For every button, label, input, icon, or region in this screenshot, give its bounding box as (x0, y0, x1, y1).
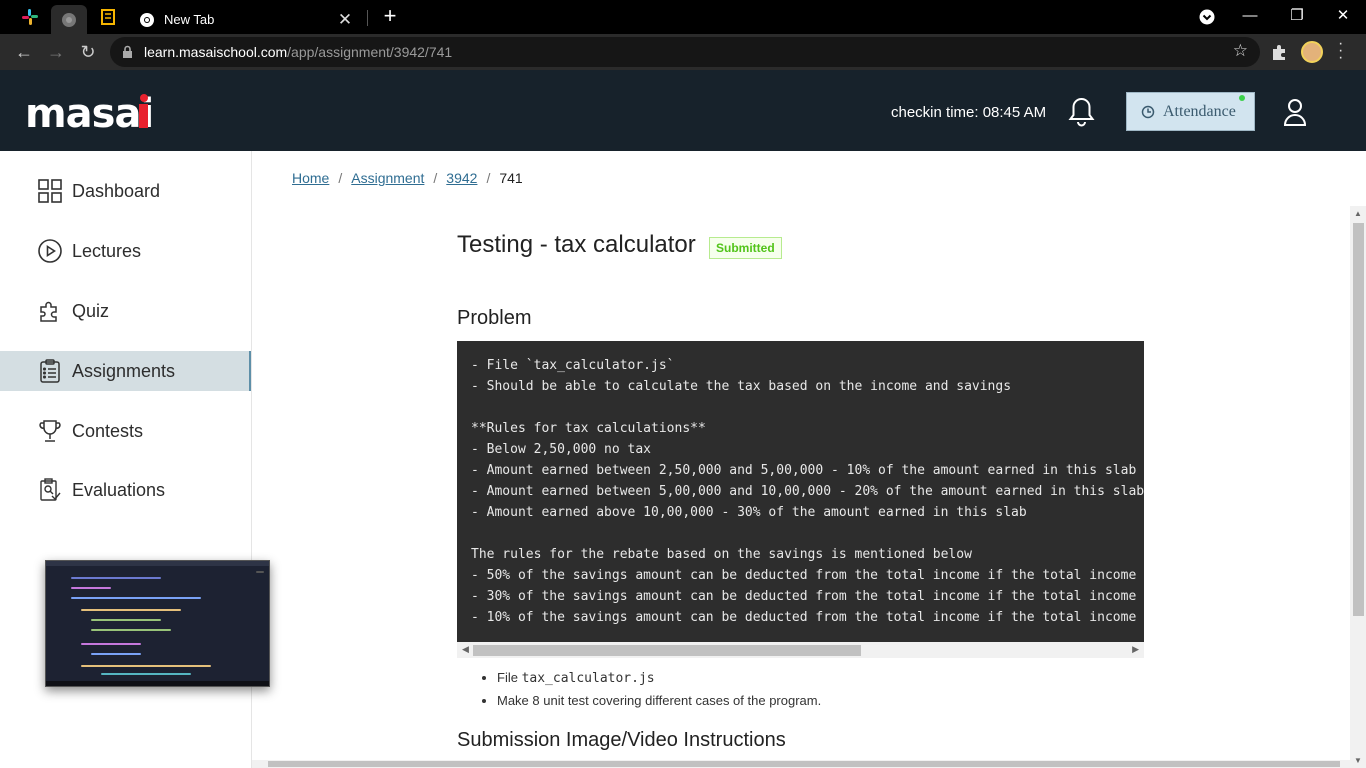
slack-icon (22, 9, 38, 25)
breadcrumb-separator: / (433, 170, 438, 186)
evaluation-icon (37, 477, 63, 503)
close-tab-icon[interactable]: ✕ (335, 10, 355, 30)
browser-toolbar: ← → ↻ learn.masaischool.com/app/assignme… (0, 34, 1366, 70)
checkin-time: checkin time: 08:45 AM (891, 104, 1047, 121)
breadcrumb-id[interactable]: 3942 (446, 170, 477, 186)
breadcrumb: Home / Assignment / 3942 / 741 (292, 170, 523, 186)
page-vertical-scrollbar[interactable]: ▲ ▼ (1350, 206, 1366, 768)
sidebar-item-contests[interactable]: Contests (0, 411, 251, 451)
clipboard-icon (37, 358, 63, 384)
url-text: learn.masaischool.com/app/assignment/394… (144, 44, 452, 60)
code-line: - Amount earned between 2,50,000 and 5,0… (471, 463, 1137, 478)
url-host: learn.masaischool.com (144, 44, 288, 60)
code-line: - Amount earned between 5,00,000 and 10,… (471, 484, 1144, 499)
file-icon (101, 9, 115, 25)
chevron-down-icon (1199, 9, 1215, 25)
problem-heading: Problem (457, 307, 532, 329)
scrollbar-thumb[interactable] (1353, 223, 1364, 616)
sidebar-item-label: Contests (72, 420, 144, 441)
globe-icon (62, 12, 76, 27)
tab-file[interactable] (90, 5, 126, 29)
code-line: - File `tax_calculator.js` (471, 358, 675, 373)
tab-new-tab[interactable]: New Tab ✕ (129, 5, 365, 34)
list-item-text: File (497, 670, 522, 685)
sidebar-item-quiz[interactable]: Quiz (0, 291, 251, 331)
screen-share-preview[interactable] (45, 560, 270, 687)
scroll-up-icon[interactable]: ▲ (1354, 209, 1362, 218)
scroll-right-icon[interactable]: ▶ (1132, 644, 1139, 655)
sidebar-item-lectures[interactable]: Lectures (0, 231, 251, 271)
requirements-list: File tax_calculator.js Make 8 unit test … (481, 668, 821, 714)
problem-code-block: - File `tax_calculator.js` - Should be a… (457, 341, 1144, 642)
code-line: - Amount earned above 10,00,000 - 30% of… (471, 505, 1027, 520)
play-icon (37, 238, 63, 264)
sidebar-item-evaluations[interactable]: Evaluations (0, 470, 251, 510)
tab-slack[interactable] (12, 5, 48, 29)
scrollbar-thumb[interactable] (473, 645, 861, 656)
page-title: Testing - tax calculator (457, 231, 696, 258)
code-horizontal-scrollbar[interactable]: ◀ ▶ (457, 642, 1144, 658)
list-item: Make 8 unit test covering different case… (497, 691, 821, 714)
breadcrumb-assignment[interactable]: Assignment (351, 170, 424, 186)
minimize-button[interactable]: — (1238, 4, 1262, 30)
tab-divider (367, 10, 368, 26)
breadcrumb-home[interactable]: Home (292, 170, 329, 186)
breadcrumb-current: 741 (499, 170, 523, 186)
dashboard-icon (37, 178, 63, 204)
submission-heading: Submission Image/Video Instructions (457, 729, 786, 751)
extensions-icon[interactable] (1270, 43, 1288, 61)
file-name: tax_calculator.js (521, 671, 655, 686)
sidebar-item-label: Lectures (72, 240, 142, 261)
tab-search-button[interactable] (1196, 4, 1218, 30)
close-window-button[interactable]: ✕ (1331, 4, 1355, 30)
trophy-icon (37, 418, 63, 444)
breadcrumb-separator: / (338, 170, 343, 186)
puzzle-icon (37, 298, 63, 324)
bookmark-star-icon[interactable]: ☆ (1233, 41, 1248, 61)
online-indicator (1239, 95, 1245, 101)
code-line: **Rules for tax calculations** (471, 421, 706, 436)
code-line: - Below 2,50,000 no tax (471, 442, 652, 457)
sidebar-item-label: Evaluations (72, 479, 166, 500)
tab-globe[interactable] (51, 5, 87, 34)
logo-accent (139, 104, 148, 128)
code-line: The rules for the rebate based on the sa… (471, 547, 972, 562)
scroll-left-icon[interactable]: ◀ (462, 644, 469, 655)
list-item: File tax_calculator.js (497, 668, 821, 691)
user-icon[interactable] (1283, 98, 1307, 126)
forward-button[interactable]: → (45, 41, 67, 63)
restore-button[interactable]: ❐ (1285, 4, 1309, 30)
reload-button[interactable]: ↻ (77, 41, 99, 63)
code-line: - Should be able to calculate the tax ba… (471, 379, 1012, 394)
url-path: /app/assignment/3942/741 (287, 44, 453, 60)
breadcrumb-separator: / (486, 170, 491, 186)
profile-avatar[interactable] (1301, 41, 1323, 63)
browser-menu-icon[interactable]: · · · (1338, 36, 1344, 66)
scroll-down-icon[interactable]: ▼ (1354, 756, 1362, 765)
new-tab-button[interactable]: + (378, 5, 402, 29)
bell-icon[interactable] (1068, 97, 1095, 127)
code-line: - 50% of the savings amount can be deduc… (471, 568, 1144, 583)
page-horizontal-scrollbar[interactable] (252, 760, 1350, 768)
attendance-label: Attendance (1163, 102, 1236, 120)
chrome-icon (140, 12, 154, 27)
sidebar-item-dashboard[interactable]: Dashboard (0, 171, 251, 211)
tab-title: New Tab (164, 12, 215, 27)
status-badge: Submitted (709, 237, 782, 259)
sidebar-item-assignments[interactable]: Assignments (0, 351, 251, 391)
code-line: - 30% of the savings amount can be deduc… (471, 589, 1144, 604)
sidebar-item-label: Dashboard (72, 180, 161, 201)
back-button[interactable]: ← (13, 41, 35, 63)
logo-dot-accent (140, 94, 148, 102)
scrollbar-thumb[interactable] (268, 761, 1340, 767)
masai-logo[interactable]: masai (25, 91, 154, 137)
sidebar-item-label: Quiz (72, 300, 110, 321)
sidebar-item-label: Assignments (72, 360, 176, 381)
browser-tab-bar: New Tab ✕ + — ❐ ✕ (0, 0, 1366, 34)
code-line: - 10% of the savings amount can be deduc… (471, 610, 1144, 625)
clock-icon (1141, 105, 1155, 118)
address-bar[interactable]: learn.masaischool.com/app/assignment/394… (110, 37, 1260, 67)
attendance-button[interactable]: Attendance (1126, 92, 1255, 131)
lock-icon (123, 45, 132, 58)
